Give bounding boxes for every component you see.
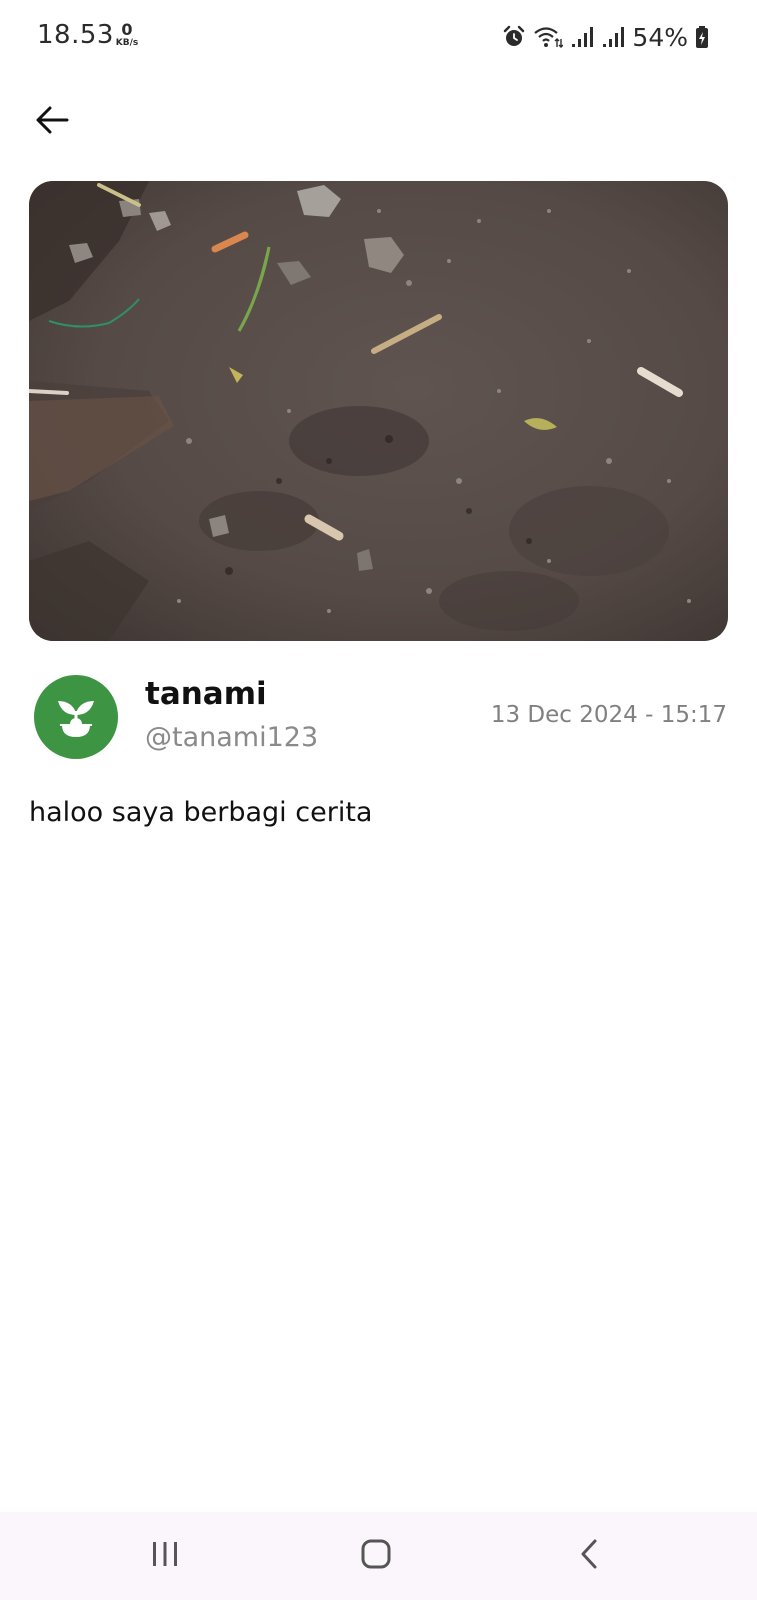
author-name: tanami: [145, 676, 267, 712]
network-speed-unit: KB/s: [115, 38, 139, 48]
back-nav-button[interactable]: [544, 1512, 634, 1600]
status-time: 18.53: [37, 20, 114, 50]
status-bar: 18.53 0 KB/s 54%: [0, 0, 757, 78]
navigation-bar: [0, 1512, 757, 1600]
arrow-left-icon: [35, 105, 69, 139]
screen: 18.53 0 KB/s 54% tanami @tanami123 13 De…: [0, 0, 757, 1600]
status-icons: 54%: [502, 22, 709, 52]
battery-percent: 54%: [632, 22, 688, 52]
avatar[interactable]: [34, 675, 118, 759]
sprout-icon: [54, 691, 98, 743]
post-date: 13 Dec 2024 - 15:17: [490, 702, 727, 728]
post-image[interactable]: [29, 181, 728, 641]
home-button[interactable]: [331, 1512, 421, 1600]
signal-icon: [570, 25, 594, 49]
back-nav-icon: [578, 1538, 600, 1574]
home-icon: [360, 1538, 392, 1574]
author-handle: @tanami123: [145, 722, 319, 753]
back-button[interactable]: [30, 100, 74, 144]
alarm-icon: [502, 25, 526, 49]
network-speed-value: 0: [121, 20, 133, 39]
recent-apps-icon: [150, 1540, 180, 1572]
post-body: haloo saya berbagi cerita: [29, 797, 373, 828]
recent-apps-button[interactable]: [120, 1512, 210, 1600]
signal-icon-2: [601, 25, 625, 49]
network-speed: 0 KB/s: [112, 22, 142, 48]
battery-charging-icon: [695, 25, 709, 49]
wifi-icon: [533, 25, 564, 49]
